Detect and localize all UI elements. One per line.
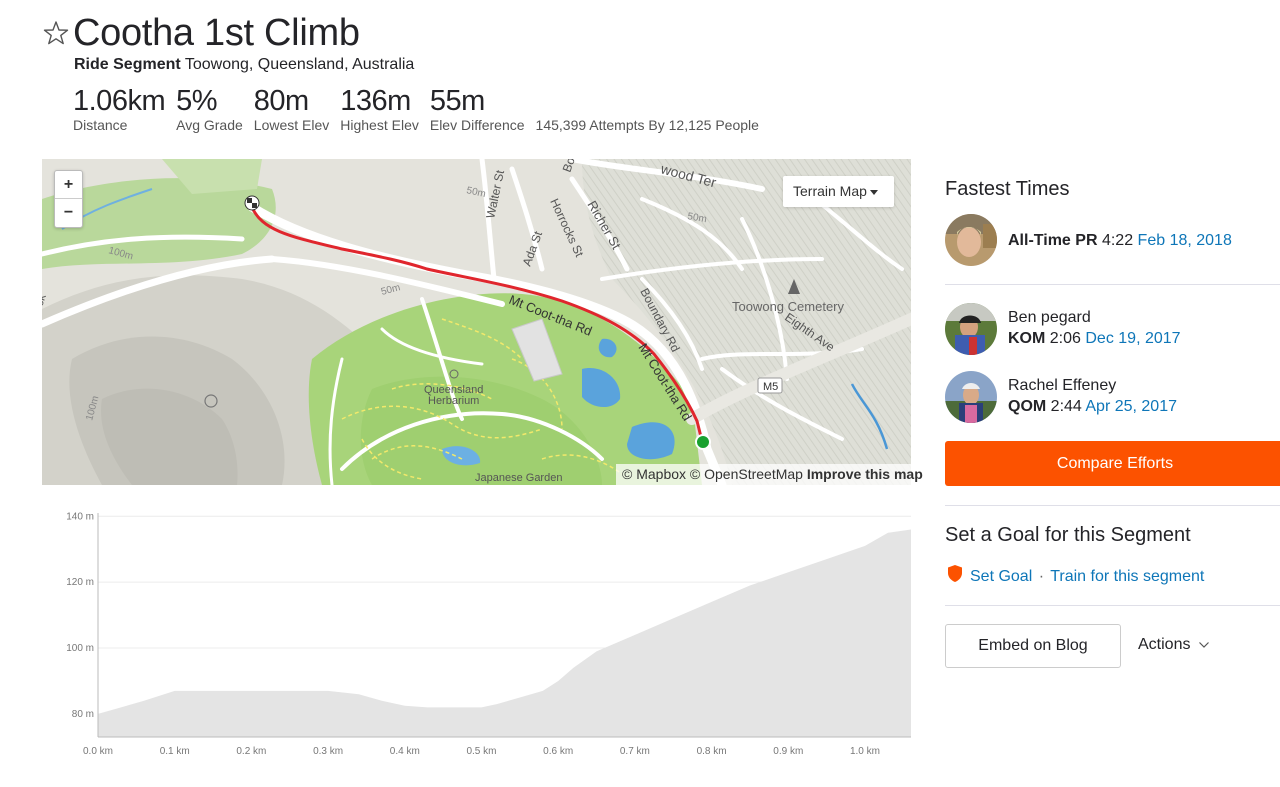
improve-map-link[interactable]: Improve this map — [807, 466, 923, 482]
qom-time: 2:44 — [1050, 398, 1082, 415]
stat-label: Lowest Elev — [253, 117, 330, 133]
set-goal-link[interactable]: Set Goal — [970, 568, 1032, 585]
avatar[interactable] — [945, 303, 997, 355]
x-tick-label: 0.2 km — [236, 746, 266, 757]
map-label: Japanese Garden — [475, 472, 562, 484]
x-tick-label: 0.1 km — [160, 746, 190, 757]
elevation-area — [98, 529, 911, 737]
map-label: M5 — [763, 381, 778, 393]
y-tick-label: 100 m — [66, 643, 94, 654]
zoom-out-button[interactable]: − — [55, 199, 82, 227]
divider — [945, 505, 1280, 506]
stat-value: 55m — [429, 85, 485, 117]
qom-label: QOM — [1008, 398, 1047, 415]
shield-icon — [948, 565, 962, 582]
pr-time: 4:22 — [1101, 232, 1134, 249]
terrain-map-dropdown[interactable]: Terrain Map — [783, 176, 894, 207]
goal-links: Set Goal · Train for this segment — [970, 568, 1204, 586]
stat-label: Distance — [73, 117, 128, 133]
x-tick-label: 0.5 km — [466, 746, 496, 757]
kom-date-link[interactable]: Dec 19, 2017 — [1085, 330, 1180, 347]
caret-down-icon — [870, 190, 878, 195]
goal-title: Set a Goal for this Segment — [945, 524, 1191, 546]
kom-row: KOM 2:06 Dec 19, 2017 — [1008, 330, 1181, 348]
train-segment-link[interactable]: Train for this segment — [1050, 568, 1204, 585]
pr-date-link[interactable]: Feb 18, 2018 — [1138, 232, 1232, 249]
kom-name[interactable]: Ben pegard — [1008, 309, 1091, 327]
qom-row: QOM 2:44 Apr 25, 2017 — [1008, 398, 1177, 416]
x-tick-label: 0.8 km — [697, 746, 727, 757]
osm-link[interactable]: © OpenStreetMap — [690, 466, 803, 482]
y-tick-label: 80 m — [72, 709, 94, 720]
x-tick-label: 1.0 km — [850, 746, 880, 757]
dot-separator: · — [1038, 568, 1045, 585]
map-zoom-controls: + − — [54, 170, 83, 228]
stat-label: Avg Grade — [176, 117, 243, 133]
fastest-times-title: Fastest Times — [945, 178, 1070, 200]
segment-stats: 1.06km Distance 5% Avg Grade 80m Lowest … — [73, 84, 759, 133]
x-tick-label: 0.3 km — [313, 746, 343, 757]
terrain-map-label: Terrain Map — [793, 183, 867, 199]
stat-avg-grade: 5% Avg Grade — [176, 84, 243, 133]
qom-name[interactable]: Rachel Effeney — [1008, 377, 1116, 395]
avatar[interactable] — [945, 214, 997, 266]
kom-time: 2:06 — [1049, 330, 1081, 347]
stat-lowest-elev: 80m Lowest Elev — [254, 84, 329, 133]
y-tick-label: 140 m — [66, 511, 94, 522]
segment-type: Ride Segment — [74, 56, 181, 73]
chevron-down-icon — [1198, 641, 1209, 648]
attempts-count: 145,399 Attempts By 12,125 People — [535, 117, 759, 133]
zoom-in-button[interactable]: + — [55, 171, 82, 199]
actions-label: Actions — [1138, 636, 1191, 653]
page-title: Cootha 1st Climb — [73, 12, 360, 54]
map-canvas[interactable]: wood Ter Walter St Horrocks St Richer St… — [42, 159, 911, 485]
map-attribution: © Mapbox © OpenStreetMap Improve this ma… — [616, 464, 929, 485]
avatar[interactable] — [945, 371, 997, 423]
x-tick-label: 0.7 km — [620, 746, 650, 757]
pr-label: All-Time PR — [1008, 232, 1098, 249]
map-label: Herbarium — [428, 395, 479, 407]
embed-on-blog-button[interactable]: Embed on Blog — [945, 624, 1121, 668]
stat-value: 136m — [340, 85, 411, 117]
stat-value: 1.06km — [73, 85, 166, 117]
x-tick-label: 0.0 km — [83, 746, 113, 757]
stat-elev-difference: 55m Elev Difference — [430, 84, 525, 133]
segment-location: Toowong, Queensland, Australia — [184, 56, 415, 73]
finish-marker-icon — [244, 195, 260, 211]
divider — [945, 605, 1280, 606]
compare-efforts-button[interactable]: Compare Efforts — [945, 441, 1280, 486]
star-icon[interactable] — [43, 20, 69, 46]
start-marker-icon — [695, 434, 711, 450]
kom-label: KOM — [1008, 330, 1046, 347]
elevation-chart[interactable]: 80 m 100 m 120 m 140 m 0.0 km 0.1 km 0.2 km 0.3… — [42, 505, 911, 765]
x-tick-label: 0.4 km — [390, 746, 420, 757]
stat-value: 5% — [176, 85, 218, 117]
qom-date-link[interactable]: Apr 25, 2017 — [1085, 398, 1177, 415]
stat-label: Elev Difference — [429, 117, 525, 133]
x-tick-label: 0.6 km — [543, 746, 573, 757]
segment-subtitle: Ride Segment Toowong, Queensland, Austra… — [74, 56, 414, 74]
stat-label: Highest Elev — [340, 117, 419, 133]
y-tick-label: 120 m — [66, 577, 94, 588]
stat-value: 80m — [253, 85, 309, 117]
stat-highest-elev: 136m Highest Elev — [340, 84, 419, 133]
segment-map[interactable]: wood Ter Walter St Horrocks St Richer St… — [42, 159, 911, 485]
pr-row: All-Time PR 4:22 Feb 18, 2018 — [1008, 232, 1232, 250]
x-tick-label: 0.9 km — [773, 746, 803, 757]
divider — [945, 284, 1280, 285]
stat-distance: 1.06km Distance — [73, 84, 166, 133]
actions-dropdown[interactable]: Actions — [1138, 636, 1210, 654]
mapbox-link[interactable]: © Mapbox — [622, 466, 686, 482]
